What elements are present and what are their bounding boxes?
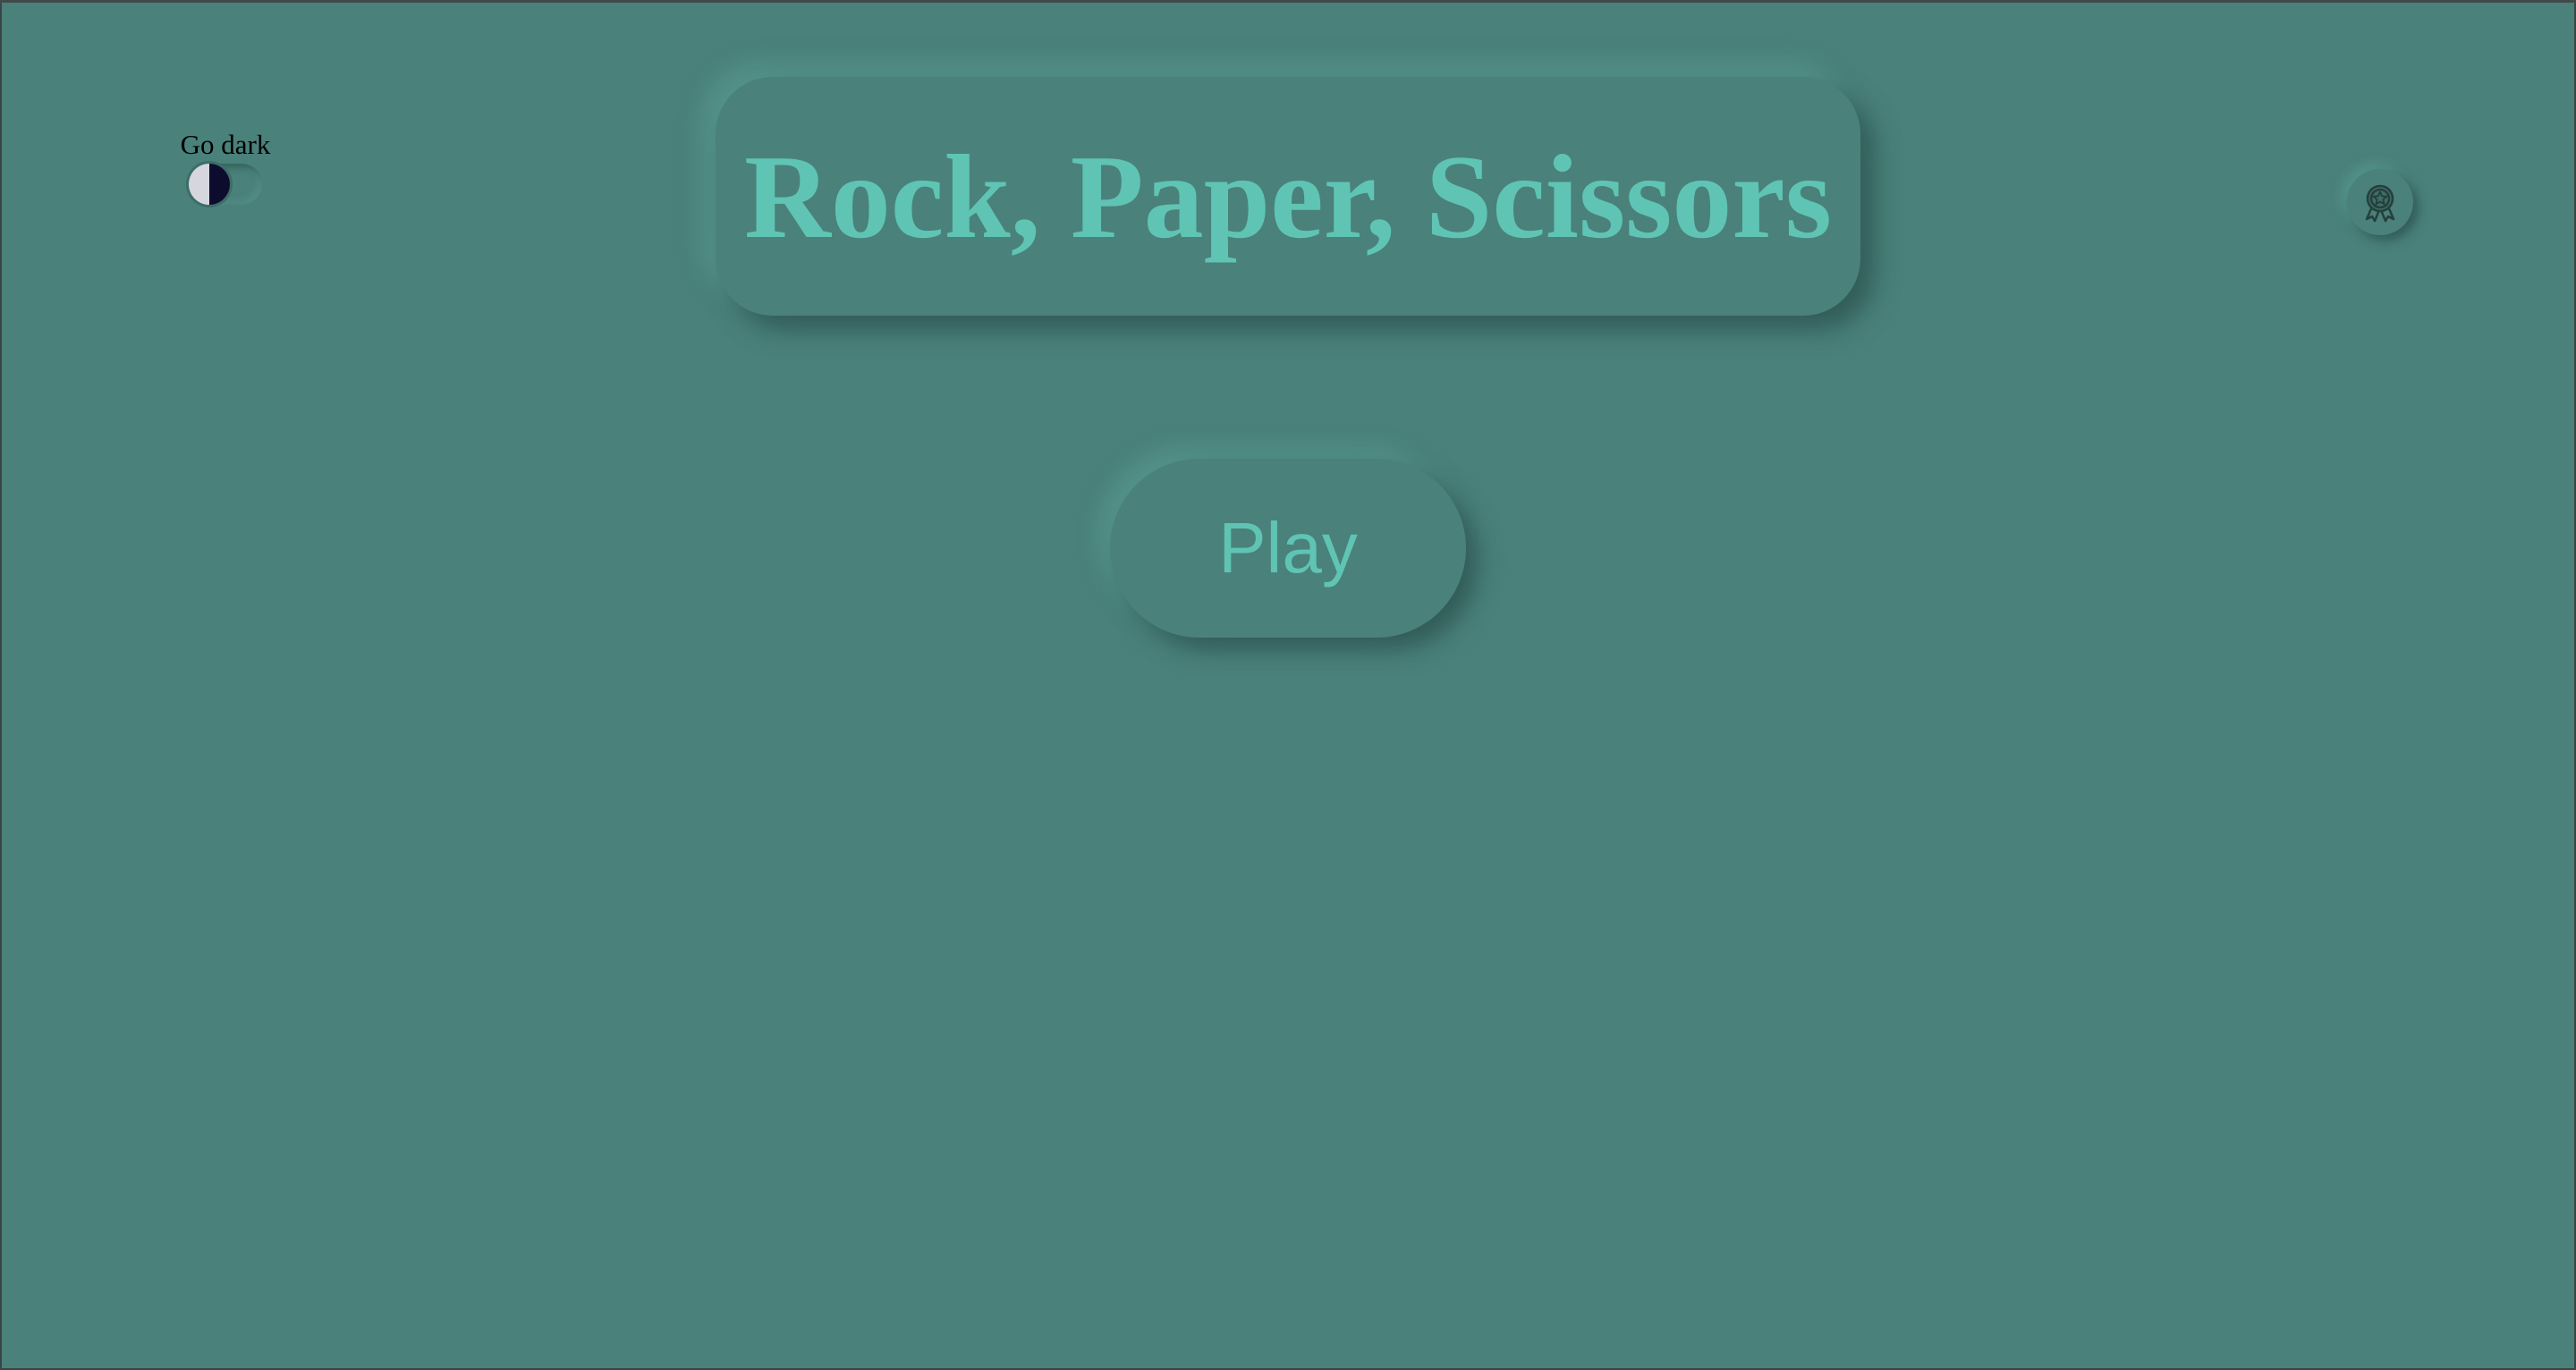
play-button-label: Play xyxy=(1218,508,1358,588)
play-button[interactable]: Play xyxy=(1110,459,1466,638)
title-card: Rock, Paper, Scissors xyxy=(716,77,1860,316)
award-badge-icon xyxy=(2365,184,2395,223)
dark-mode-toggle[interactable]: Go dark xyxy=(175,130,275,205)
achievements-button[interactable] xyxy=(2347,169,2413,235)
dark-mode-label: Go dark xyxy=(180,129,271,160)
dark-mode-switch[interactable] xyxy=(189,164,262,205)
page-title: Rock, Paper, Scissors xyxy=(744,130,1832,263)
contrast-icon[interactable] xyxy=(189,164,230,205)
